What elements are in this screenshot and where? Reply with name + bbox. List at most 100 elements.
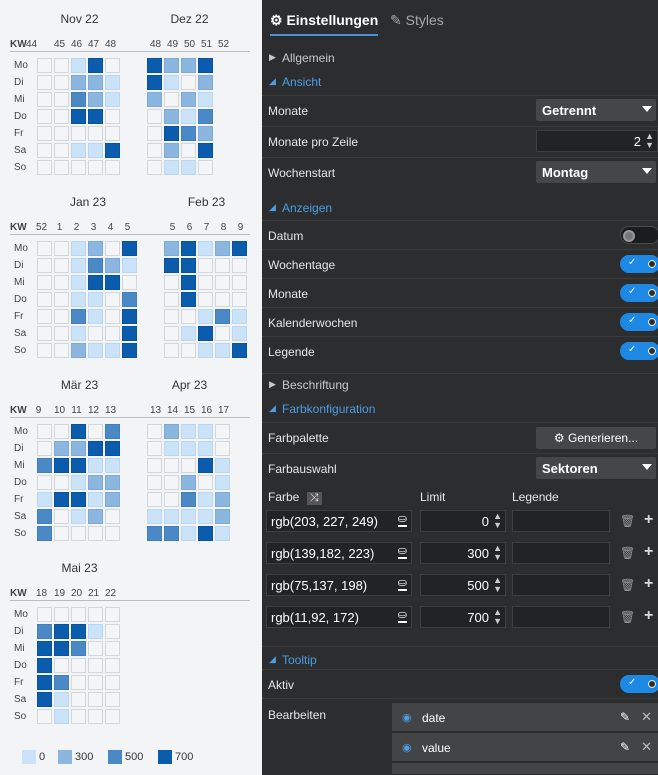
- heatmap-cell[interactable]: [88, 326, 103, 341]
- color-input[interactable]: rgb(75,137, 198) ⛀: [266, 574, 412, 596]
- paint-bucket-icon[interactable]: ⛀: [397, 578, 407, 591]
- heatmap-cell[interactable]: [37, 309, 52, 324]
- heatmap-cell[interactable]: [37, 607, 52, 622]
- heatmap-cell[interactable]: [215, 458, 230, 473]
- heatmap-cell[interactable]: [105, 143, 120, 158]
- heatmap-cell[interactable]: [164, 75, 179, 90]
- heatmap-cell[interactable]: [54, 709, 69, 724]
- plus-icon[interactable]: +: [644, 607, 653, 625]
- heatmap-cell[interactable]: [181, 326, 196, 341]
- heatmap-cell[interactable]: [181, 160, 196, 175]
- heatmap-cell[interactable]: [105, 241, 120, 256]
- trash-icon[interactable]: 🗑: [620, 546, 635, 560]
- heatmap-cell[interactable]: [198, 509, 213, 524]
- heatmap-cell[interactable]: [54, 492, 69, 507]
- monate-select[interactable]: Getrennt: [536, 99, 656, 121]
- heatmap-cell[interactable]: [198, 143, 213, 158]
- heatmap-cell[interactable]: [54, 509, 69, 524]
- heatmap-cell[interactable]: [37, 160, 52, 175]
- heatmap-cell[interactable]: [181, 58, 196, 73]
- heatmap-cell[interactable]: [37, 624, 52, 639]
- heatmap-cell[interactable]: [88, 509, 103, 524]
- heatmap-cell[interactable]: [181, 292, 196, 307]
- heatmap-cell[interactable]: [88, 309, 103, 324]
- heatmap-cell[interactable]: [105, 709, 120, 724]
- heatmap-cell[interactable]: [198, 241, 213, 256]
- heatmap-cell[interactable]: [71, 441, 86, 456]
- heatmap-cell[interactable]: [88, 292, 103, 307]
- heatmap-cell[interactable]: [232, 241, 247, 256]
- heatmap-cell[interactable]: [164, 526, 179, 541]
- pencil-icon[interactable]: ✎: [620, 710, 630, 724]
- heatmap-cell[interactable]: [54, 58, 69, 73]
- heatmap-cell[interactable]: [215, 441, 230, 456]
- heatmap-cell[interactable]: [215, 509, 230, 524]
- heatmap-cell[interactable]: [198, 75, 213, 90]
- heatmap-cell[interactable]: [232, 275, 247, 290]
- aktiv-toggle[interactable]: ✓: [620, 675, 658, 693]
- close-icon[interactable]: ✕: [641, 739, 652, 755]
- heatmap-cell[interactable]: [88, 275, 103, 290]
- heatmap-cell[interactable]: [105, 441, 120, 456]
- heatmap-cell[interactable]: [88, 424, 103, 439]
- heatmap-cell[interactable]: [215, 424, 230, 439]
- heatmap-cell[interactable]: [147, 458, 162, 473]
- heatmap-cell[interactable]: [181, 75, 196, 90]
- heatmap-cell[interactable]: [88, 75, 103, 90]
- color-input[interactable]: rgb(139,182, 223) ⛀: [266, 542, 412, 564]
- heatmap-cell[interactable]: [54, 424, 69, 439]
- heatmap-cell[interactable]: [37, 109, 52, 124]
- heatmap-cell[interactable]: [71, 641, 86, 656]
- heatmap-cell[interactable]: [54, 241, 69, 256]
- stepper-arrows-icon[interactable]: ▲ ▼: [493, 544, 502, 562]
- heatmap-cell[interactable]: [147, 492, 162, 507]
- heatmap-cell[interactable]: [122, 343, 137, 358]
- heatmap-cell[interactable]: [37, 258, 52, 273]
- heatmap-cell[interactable]: [232, 258, 247, 273]
- heatmap-cell[interactable]: [71, 343, 86, 358]
- paint-bucket-icon[interactable]: ⛀: [397, 546, 407, 559]
- heatmap-cell[interactable]: [88, 58, 103, 73]
- heatmap-cell[interactable]: [164, 275, 179, 290]
- heatmap-cell[interactable]: [147, 526, 162, 541]
- heatmap-cell[interactable]: [71, 675, 86, 690]
- heatmap-cell[interactable]: [88, 241, 103, 256]
- heatmap-cell[interactable]: [54, 309, 69, 324]
- heatmap-cell[interactable]: [88, 607, 103, 622]
- heatmap-cell[interactable]: [147, 126, 162, 141]
- heatmap-cell[interactable]: [71, 275, 86, 290]
- heatmap-cell[interactable]: [71, 309, 86, 324]
- heatmap-cell[interactable]: [71, 475, 86, 490]
- heatmap-cell[interactable]: [105, 58, 120, 73]
- heatmap-cell[interactable]: [105, 607, 120, 622]
- heatmap-cell[interactable]: [105, 258, 120, 273]
- datum-toggle[interactable]: [620, 226, 658, 244]
- heatmap-cell[interactable]: [37, 326, 52, 341]
- heatmap-cell[interactable]: [181, 258, 196, 273]
- heatmap-cell[interactable]: [198, 292, 213, 307]
- heatmap-cell[interactable]: [198, 458, 213, 473]
- heatmap-cell[interactable]: [215, 309, 230, 324]
- heatmap-cell[interactable]: [71, 92, 86, 107]
- heatmap-cell[interactable]: [105, 309, 120, 324]
- heatmap-cell[interactable]: [181, 441, 196, 456]
- heatmap-cell[interactable]: [37, 458, 52, 473]
- tooltip-field-value[interactable]: ◉ value ✎ ✕: [392, 733, 658, 762]
- heatmap-cell[interactable]: [122, 275, 137, 290]
- heatmap-cell[interactable]: [88, 458, 103, 473]
- heatmap-cell[interactable]: [37, 509, 52, 524]
- heatmap-cell[interactable]: [164, 109, 179, 124]
- heatmap-cell[interactable]: [54, 143, 69, 158]
- heatmap-cell[interactable]: [181, 143, 196, 158]
- close-icon[interactable]: ✕: [641, 709, 652, 725]
- heatmap-cell[interactable]: [198, 526, 213, 541]
- plus-icon[interactable]: +: [644, 543, 653, 561]
- eye-icon[interactable]: ◉: [402, 741, 412, 754]
- heatmap-cell[interactable]: [37, 343, 52, 358]
- heatmap-cell[interactable]: [88, 441, 103, 456]
- heatmap-cell[interactable]: [88, 92, 103, 107]
- heatmap-cell[interactable]: [215, 326, 230, 341]
- heatmap-cell[interactable]: [54, 126, 69, 141]
- color-input[interactable]: rgb(11,92, 172) ⛀: [266, 606, 412, 628]
- heatmap-cell[interactable]: [215, 292, 230, 307]
